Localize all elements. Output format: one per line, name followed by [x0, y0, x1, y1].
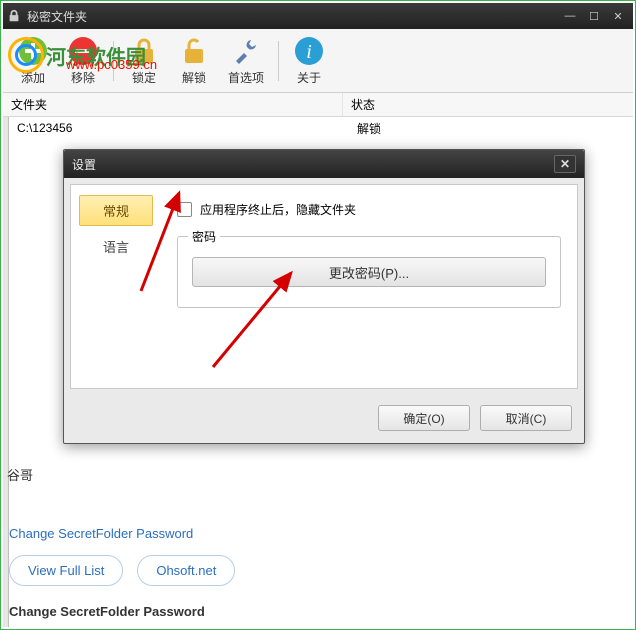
remove-label: 移除 — [71, 69, 95, 86]
cell-status: 解锁 — [349, 120, 633, 137]
prefs-button[interactable]: 首选项 — [220, 33, 272, 88]
columns-header: 文件夹 状态 — [3, 93, 633, 117]
lock-label: 锁定 — [132, 69, 156, 86]
titlebar: 秘密文件夹 — ☐ ✕ — [3, 3, 633, 29]
tab-list: 常规 语言 — [71, 185, 161, 388]
heading-change-password: Change SecretFolder Password — [9, 604, 627, 619]
page-footer: Change SecretFolder Password View Full L… — [9, 514, 627, 619]
hide-after-exit-row[interactable]: 应用程序终止后，隐藏文件夹 — [177, 201, 561, 218]
change-password-button[interactable]: 更改密码(P)... — [192, 257, 546, 287]
toolbar-separator — [113, 41, 114, 81]
info-icon: i — [293, 35, 325, 67]
tab-pane-general: 应用程序终止后，隐藏文件夹 密码 更改密码(P)... — [161, 185, 577, 388]
password-fieldset: 密码 更改密码(P)... — [177, 236, 561, 308]
password-legend: 密码 — [188, 228, 220, 245]
column-status[interactable]: 状态 — [343, 93, 633, 116]
unlock-label: 解锁 — [182, 69, 206, 86]
link-change-password[interactable]: Change SecretFolder Password — [9, 526, 627, 541]
tab-language[interactable]: 语言 — [79, 232, 153, 261]
dialog-footer: 确定(O) 取消(C) — [64, 395, 584, 443]
dialog-close-button[interactable]: ✕ — [554, 155, 576, 173]
table-row[interactable]: C:\123456 解锁 — [9, 117, 633, 139]
cancel-button[interactable]: 取消(C) — [480, 405, 572, 431]
minimize-button[interactable]: — — [559, 8, 581, 24]
maximize-button[interactable]: ☐ — [583, 8, 605, 24]
tab-general[interactable]: 常规 — [79, 195, 153, 226]
truncated-text: 谷哥 — [7, 465, 33, 484]
dialog-body: 常规 语言 应用程序终止后，隐藏文件夹 密码 更改密码(P)... — [70, 184, 578, 389]
settings-dialog: 设置 ✕ 常规 语言 应用程序终止后，隐藏文件夹 密码 更改密码(P)... 确… — [63, 149, 585, 444]
ok-button[interactable]: 确定(O) — [378, 405, 470, 431]
add-label: 添加 — [21, 69, 45, 86]
lock-closed-icon — [128, 35, 160, 67]
about-button[interactable]: i 关于 — [285, 33, 333, 88]
tools-icon — [230, 35, 262, 67]
add-button[interactable]: 添加 — [9, 33, 57, 88]
column-folder[interactable]: 文件夹 — [3, 93, 343, 116]
remove-button[interactable]: 移除 — [59, 33, 107, 88]
cell-path: C:\123456 — [9, 121, 349, 135]
lock-icon — [7, 9, 21, 23]
lock-open-icon — [178, 35, 210, 67]
view-full-list-button[interactable]: View Full List — [9, 555, 123, 586]
plus-icon — [17, 35, 49, 67]
toolbar-separator — [278, 41, 279, 81]
close-button[interactable]: ✕ — [607, 8, 629, 24]
minus-icon — [67, 35, 99, 67]
toolbar: 河东软件园 www.pc0359.cn 添加 移除 锁定 解锁 首选项 i 关于 — [3, 29, 633, 93]
window-title: 秘密文件夹 — [27, 8, 559, 25]
dialog-titlebar: 设置 ✕ — [64, 150, 584, 178]
prefs-label: 首选项 — [228, 69, 264, 86]
svg-text:i: i — [306, 41, 312, 63]
window-controls: — ☐ ✕ — [559, 8, 629, 24]
hide-after-exit-label: 应用程序终止后，隐藏文件夹 — [200, 201, 356, 218]
lock-button[interactable]: 锁定 — [120, 33, 168, 88]
ohsoft-link[interactable]: Ohsoft.net — [137, 555, 235, 586]
about-label: 关于 — [297, 69, 321, 86]
checkbox-icon[interactable] — [177, 202, 192, 217]
dialog-title: 设置 — [72, 156, 554, 173]
unlock-button[interactable]: 解锁 — [170, 33, 218, 88]
